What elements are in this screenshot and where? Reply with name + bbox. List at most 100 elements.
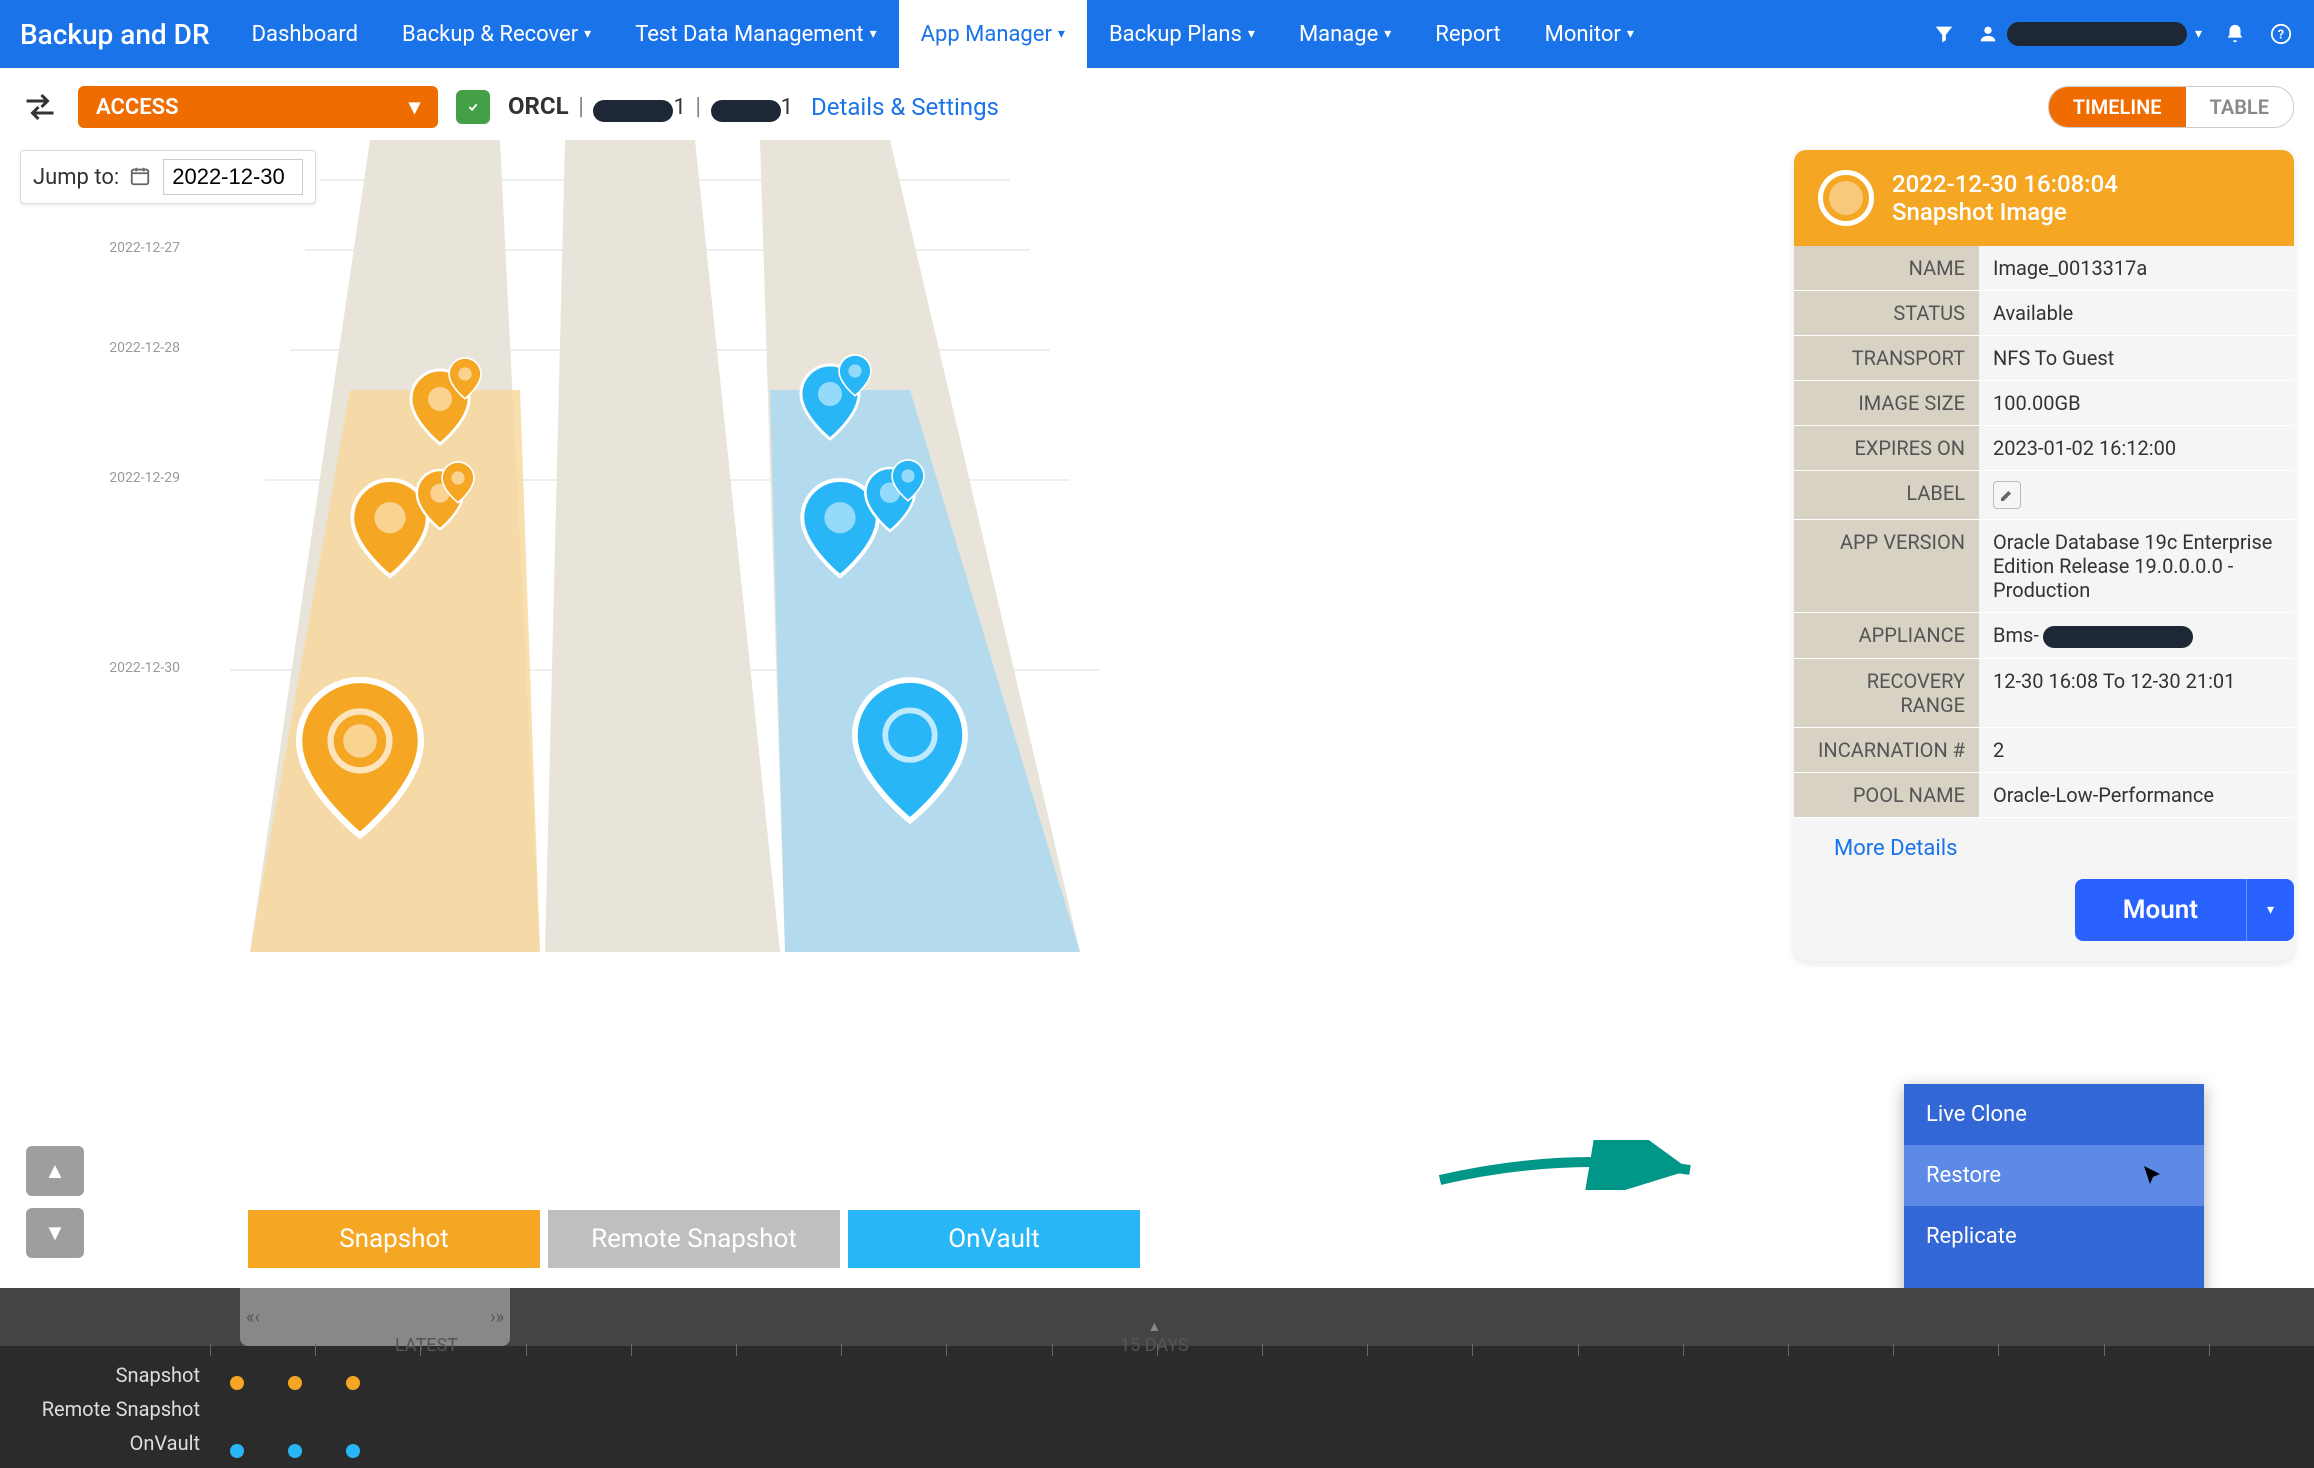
- date-label: 2022-12-28: [109, 340, 180, 356]
- row-value-appliance: Bms-: [1979, 613, 2294, 658]
- nav-app-manager[interactable]: App Manager▾: [899, 0, 1087, 68]
- timeline-vertical-nav: ▲ ▼: [26, 1146, 84, 1258]
- dot-icon[interactable]: [288, 1444, 302, 1458]
- track-snapshot-label: Snapshot: [0, 1358, 200, 1392]
- nav-monitor[interactable]: Monitor ▾: [1523, 0, 1656, 68]
- brush-handle[interactable]: «‹›»: [240, 1288, 510, 1346]
- timeline-view-button[interactable]: TIMELINE: [2049, 87, 2186, 127]
- mount-button-bar: Mount ▾: [1794, 879, 2294, 961]
- redacted-text: [711, 100, 781, 122]
- app-name: ORCL | 1 | 1: [508, 92, 793, 121]
- nav-backup-recover[interactable]: Backup & Recover ▾: [380, 0, 613, 68]
- lane-remote-snapshot: Remote Snapshot: [548, 1210, 840, 1268]
- nav-report[interactable]: Report: [1413, 0, 1522, 68]
- menu-live-clone[interactable]: Live Clone: [1904, 1084, 2204, 1145]
- row-label: RECOVERY RANGE: [1794, 659, 1979, 727]
- nav-label: App Manager: [921, 22, 1052, 47]
- brush-right-fast-icon[interactable]: »: [496, 1307, 504, 1328]
- annotation-arrow-icon: [1430, 1140, 1710, 1190]
- lanes-svg: [190, 140, 1150, 1010]
- menu-replicate[interactable]: Replicate: [1904, 1206, 2204, 1267]
- shield-check-icon: [456, 90, 490, 124]
- chevron-down-icon: ▾: [2195, 26, 2202, 42]
- edit-label-icon[interactable]: [1993, 481, 2021, 509]
- user-name-redacted: [2007, 22, 2187, 46]
- row-label: EXPIRES ON: [1794, 426, 1979, 470]
- nav-right: ▾ ?: [1931, 21, 2294, 47]
- sub-toolbar: ACCESS ▾ ORCL | 1 | 1 Details & Settings…: [0, 68, 2314, 146]
- cursor-icon: [2140, 1164, 2164, 1194]
- mount-button[interactable]: Mount: [2075, 879, 2246, 941]
- dot-icon[interactable]: [230, 1444, 244, 1458]
- suffix-2: 1: [781, 95, 793, 120]
- dot-icon[interactable]: [346, 1444, 360, 1458]
- details-settings-link[interactable]: Details & Settings: [811, 93, 999, 121]
- chevron-down-icon: ▾: [409, 95, 420, 120]
- row-value-pool: Oracle-Low-Performance: [1979, 773, 2294, 817]
- nav-test-data[interactable]: Test Data Management▾: [613, 0, 898, 68]
- help-icon[interactable]: ?: [2268, 21, 2294, 47]
- image-details-panel: 2022-12-30 16:08:04 Snapshot Image NAMEI…: [1794, 150, 2294, 961]
- access-label: ACCESS: [96, 95, 179, 120]
- filter-icon[interactable]: [1931, 21, 1957, 47]
- more-details-link[interactable]: More Details: [1794, 818, 2294, 879]
- swap-icon[interactable]: [20, 87, 60, 127]
- access-dropdown[interactable]: ACCESS ▾: [78, 86, 438, 128]
- nav-label: Manage: [1299, 22, 1378, 47]
- nav-label: Dashboard: [252, 22, 358, 47]
- row-label: STATUS: [1794, 291, 1979, 335]
- row-value-transport: NFS To Guest: [1979, 336, 2294, 380]
- chevron-down-icon: ▾: [1384, 26, 1391, 42]
- row-label: LABEL: [1794, 471, 1979, 519]
- scroll-down-button[interactable]: ▼: [26, 1208, 84, 1258]
- table-view-button[interactable]: TABLE: [2186, 87, 2293, 127]
- brush-handles: «‹›»: [240, 1307, 510, 1328]
- row-label: IMAGE SIZE: [1794, 381, 1979, 425]
- row-value-incarnation: 2: [1979, 728, 2294, 772]
- tick-marks: [210, 1344, 2314, 1358]
- nav-manage[interactable]: Manage ▾: [1277, 0, 1413, 68]
- suffix-1: 1: [673, 95, 685, 120]
- top-nav: Backup and DR Dashboard Backup & Recover…: [0, 0, 2314, 68]
- panel-header: 2022-12-30 16:08:04 Snapshot Image: [1794, 150, 2294, 246]
- lane-label: Remote Snapshot: [548, 1210, 840, 1268]
- divider: |: [695, 92, 701, 120]
- dot-icon[interactable]: [288, 1376, 302, 1390]
- dot-icon[interactable]: [346, 1376, 360, 1390]
- row-value-label: [1979, 471, 2294, 519]
- chevron-down-icon: ▾: [870, 26, 877, 42]
- nav-dashboard[interactable]: Dashboard: [230, 0, 380, 68]
- row-label: APP VERSION: [1794, 520, 1979, 612]
- brush-left-fast-icon[interactable]: «: [246, 1307, 254, 1328]
- nav-label: Backup & Recover: [402, 22, 578, 47]
- row-label: INCARNATION #: [1794, 728, 1979, 772]
- track-labels: Snapshot Remote Snapshot OnVault: [0, 1358, 210, 1460]
- dot-row-snapshot: [230, 1366, 360, 1400]
- nav-backup-plans[interactable]: Backup Plans▾: [1087, 0, 1277, 68]
- chevron-down-icon: ▾: [584, 26, 591, 42]
- date-axis: 2022-12-27 2022-12-28 2022-12-29 2022-12…: [20, 140, 190, 1010]
- scroll-up-button[interactable]: ▲: [26, 1146, 84, 1196]
- row-label: NAME: [1794, 246, 1979, 290]
- row-value-status: Available: [1979, 291, 2294, 335]
- brush-bar: «‹›» LATEST 15 DAYS: [0, 1288, 2314, 1346]
- nav-label: Monitor: [1545, 22, 1621, 47]
- bottom-timeline: «‹›» LATEST 15 DAYS Snapshot Remote Snap…: [0, 1288, 2314, 1468]
- bell-icon[interactable]: [2222, 21, 2248, 47]
- snapshot-icon: [1818, 170, 1874, 226]
- dot-icon[interactable]: [230, 1376, 244, 1390]
- row-value-name: Image_0013317a: [1979, 246, 2294, 290]
- row-label: APPLIANCE: [1794, 613, 1979, 658]
- panel-title: Snapshot Image: [1892, 198, 2118, 226]
- chevron-down-icon: ▾: [1627, 26, 1634, 42]
- mount-dropdown-toggle[interactable]: ▾: [2246, 879, 2294, 941]
- lane-label: Snapshot: [248, 1210, 540, 1268]
- redacted-text: [593, 100, 673, 122]
- row-label: POOL NAME: [1794, 773, 1979, 817]
- nav-items: Dashboard Backup & Recover ▾ Test Data Ma…: [230, 0, 1656, 68]
- lane-label: OnVault: [848, 1210, 1140, 1268]
- user-menu[interactable]: ▾: [1977, 22, 2202, 46]
- date-label: 2022-12-30: [109, 660, 180, 676]
- dot-row-remote: [230, 1400, 360, 1434]
- mount-split-button: Mount ▾: [2075, 879, 2294, 941]
